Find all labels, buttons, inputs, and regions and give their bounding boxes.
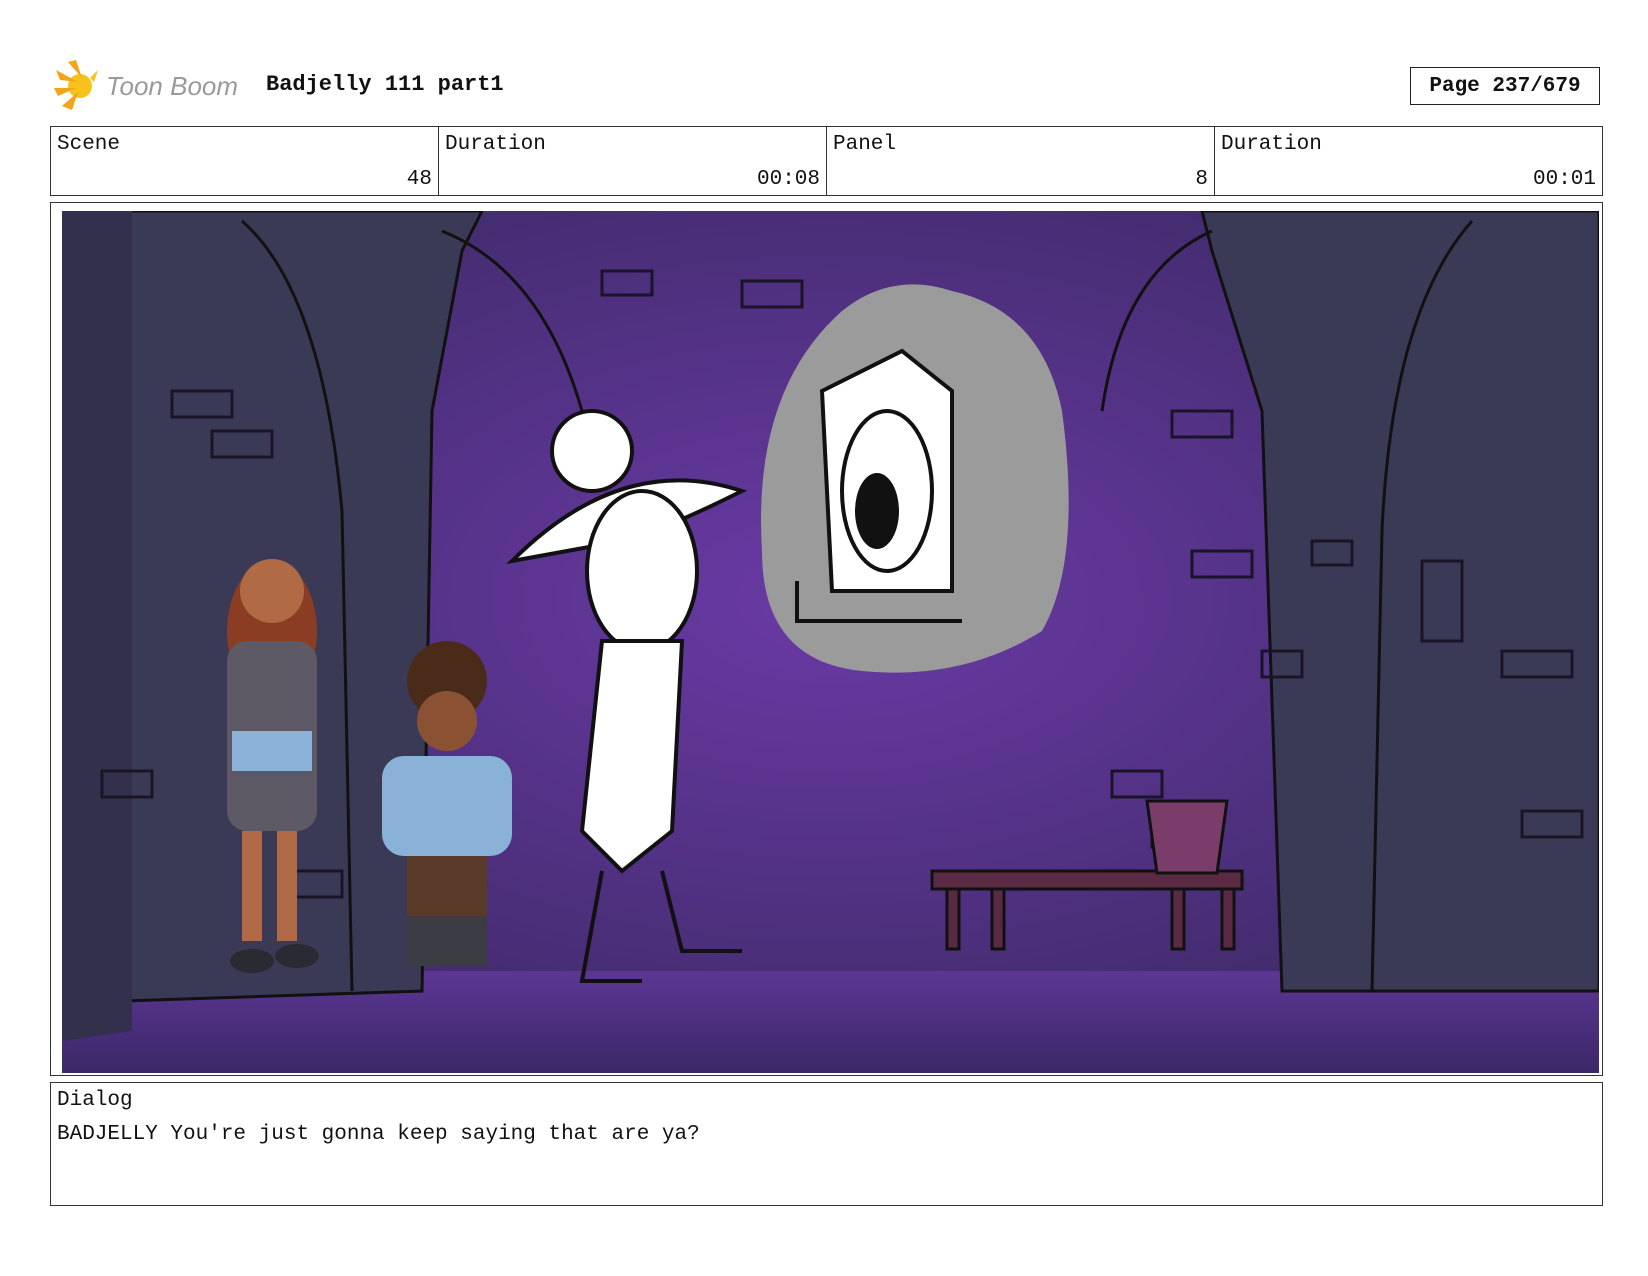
page-indicator: Page 237/679 bbox=[1410, 67, 1600, 105]
scene-duration-cell: Duration 00:08 bbox=[439, 127, 827, 195]
dialog-text: BADJELLY You're just gonna keep saying t… bbox=[57, 1123, 700, 1146]
scene-duration-value: 00:08 bbox=[756, 168, 820, 191]
panel-duration-value: 00:01 bbox=[1532, 168, 1596, 191]
panel-duration-cell: Duration 00:01 bbox=[1215, 127, 1602, 195]
scene-duration-label: Duration bbox=[445, 133, 546, 156]
logo-wordmark: Toon Boom bbox=[106, 71, 238, 101]
dialog-label: Dialog bbox=[57, 1089, 133, 1112]
big-eye-icon bbox=[855, 473, 899, 549]
sun-burst-icon bbox=[54, 60, 98, 110]
storyboard-panel-image bbox=[62, 211, 1599, 1073]
panel-cell: Panel 8 bbox=[827, 127, 1215, 195]
scene-cell: Scene 48 bbox=[51, 127, 439, 195]
scene-info-row: Scene 48 Duration 00:08 Panel 8 Duration… bbox=[50, 126, 1603, 196]
toon-boom-logo: Toon Boom bbox=[54, 60, 238, 110]
panel-value: 8 bbox=[1195, 168, 1208, 191]
scene-value: 48 bbox=[406, 168, 432, 191]
document-title: Badjelly 111 part1 bbox=[266, 72, 504, 97]
dialog-box: Dialog BADJELLY You're just gonna keep s… bbox=[50, 1082, 1603, 1206]
bucket bbox=[1145, 799, 1229, 875]
panel-label: Panel bbox=[833, 133, 897, 156]
panel-duration-label: Duration bbox=[1221, 133, 1322, 156]
storyboard-panel-frame bbox=[50, 202, 1603, 1076]
scene-label: Scene bbox=[57, 133, 121, 156]
